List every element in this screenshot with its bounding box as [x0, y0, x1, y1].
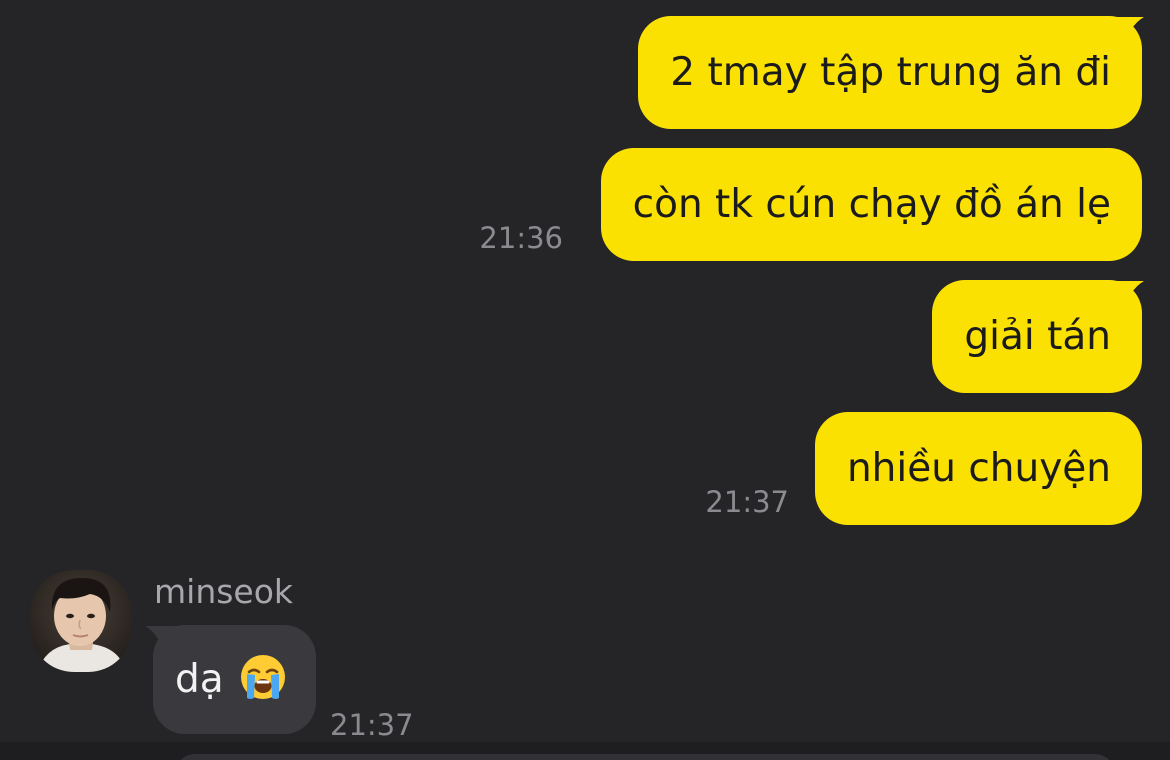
- outgoing-message-bubble[interactable]: 2 tmay tập trung ăn đi: [638, 16, 1142, 129]
- incoming-message-bubble[interactable]: dạ: [153, 625, 317, 734]
- message-timestamp: 21:36: [479, 221, 563, 255]
- message-text: dạ: [175, 657, 224, 702]
- message-timestamp: 21:37: [705, 485, 789, 519]
- avatar-photo: [30, 570, 132, 672]
- message-timestamp: 21:37: [330, 708, 414, 742]
- sender-name: minseok: [154, 572, 294, 611]
- message-text: giải tán: [964, 314, 1111, 359]
- outgoing-message-bubble[interactable]: giải tán: [932, 280, 1142, 393]
- message-text: 2 tmay tập trung ăn đi: [670, 50, 1111, 95]
- message-text: còn tk cún chạy đồ án lẹ: [632, 182, 1111, 227]
- outgoing-message-bubble[interactable]: còn tk cún chạy đồ án lẹ: [600, 148, 1142, 261]
- message-input-field[interactable]: [175, 754, 1115, 760]
- outgoing-message-bubble[interactable]: nhiều chuyện: [814, 412, 1142, 525]
- message-text: nhiều chuyện: [846, 446, 1111, 491]
- sender-avatar[interactable]: [30, 570, 132, 672]
- loudly-crying-face-icon: [241, 655, 286, 699]
- chat-message-list[interactable]: 2 tmay tập trung ăn đi còn tk cún chạy đ…: [0, 0, 1170, 760]
